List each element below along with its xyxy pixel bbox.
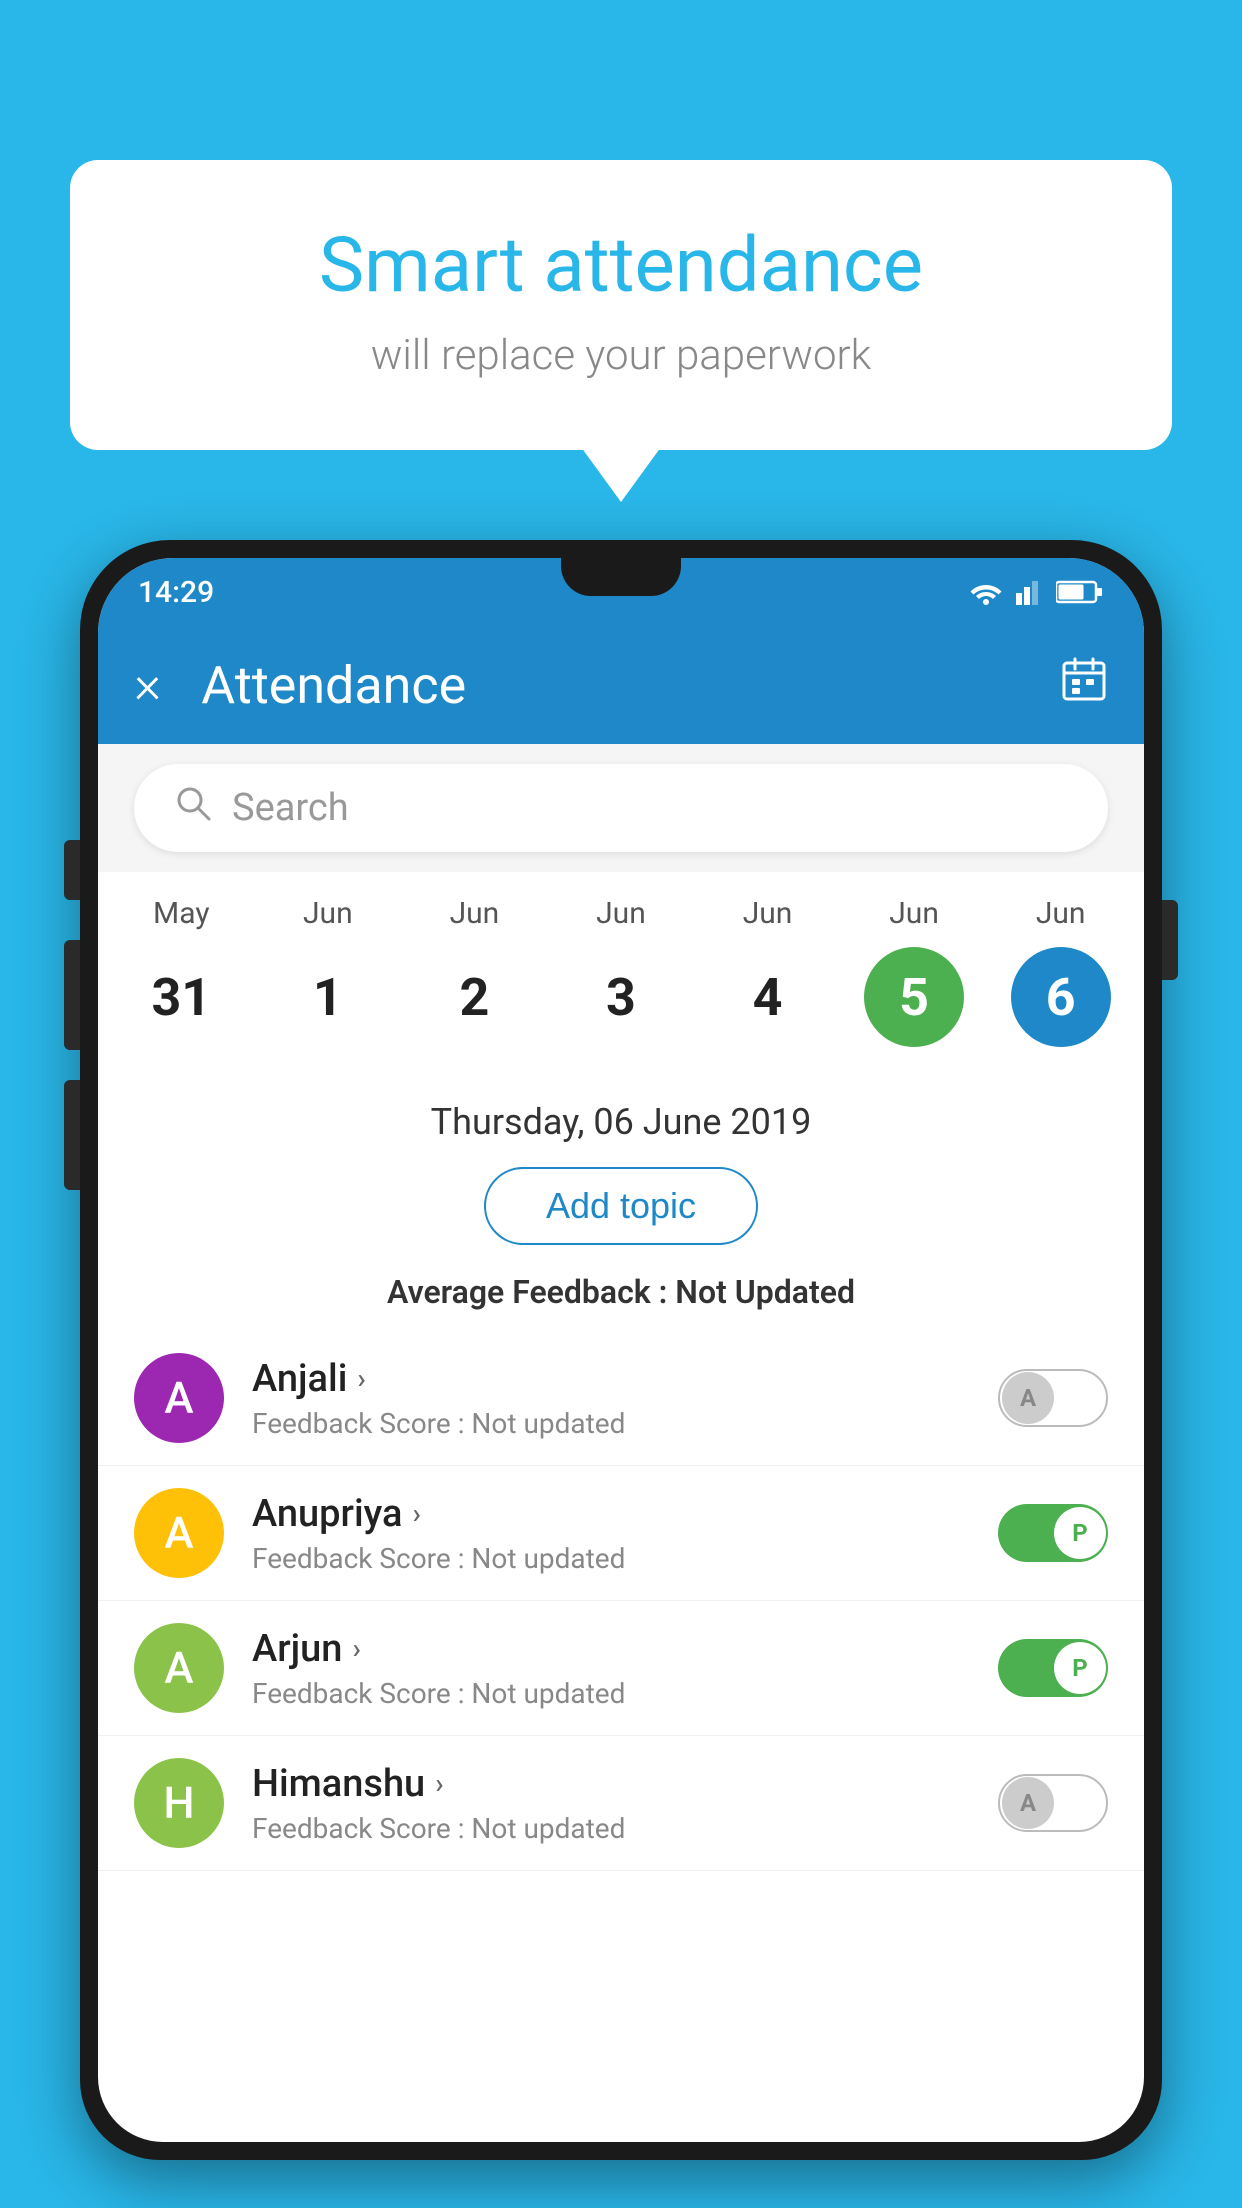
student-avatar: A <box>134 1623 224 1713</box>
cal-date-label: 1 <box>278 947 378 1047</box>
calendar-day[interactable]: Jun 4 <box>703 896 833 1047</box>
bubble-title: Smart attendance <box>150 220 1092 311</box>
calendar-day[interactable]: Jun 1 <box>263 896 393 1047</box>
close-button[interactable]: × <box>134 659 161 711</box>
chevron-icon: › <box>435 1767 443 1800</box>
attendance-toggle[interactable]: A <box>998 1774 1108 1832</box>
phone-frame: 14:29 <box>80 540 1162 2208</box>
attendance-toggle[interactable]: P <box>998 1504 1108 1562</box>
feedback-score: Feedback Score : Not updated <box>252 1677 970 1710</box>
avg-feedback: Average Feedback : Not Updated <box>134 1273 1108 1311</box>
wifi-icon <box>968 579 1004 605</box>
toggle-knob: A <box>1002 1372 1054 1424</box>
calendar-day[interactable]: Jun 5 <box>849 896 979 1047</box>
status-icons <box>968 579 1104 605</box>
cal-month-label: Jun <box>450 896 500 931</box>
student-avatar: A <box>134 1353 224 1443</box>
toggle-knob: P <box>1054 1642 1106 1694</box>
cal-date-label: 4 <box>718 947 818 1047</box>
chevron-icon: › <box>357 1362 365 1395</box>
chevron-icon: › <box>412 1497 420 1530</box>
cal-month-label: Jun <box>889 896 939 931</box>
calendar-strip: May 31 Jun 1 Jun 2 Jun 3 Jun 4 Jun 5 Jun 6 <box>98 872 1144 1071</box>
toggle-knob: P <box>1054 1507 1106 1559</box>
selected-date: Thursday, 06 June 2019 <box>134 1101 1108 1143</box>
content-area: Thursday, 06 June 2019 Add topic Average… <box>98 1071 1144 1311</box>
cal-month-label: Jun <box>596 896 646 931</box>
student-name: Arjun › <box>252 1627 970 1671</box>
search-bar[interactable]: Search <box>134 764 1108 852</box>
student-name: Anupriya › <box>252 1492 970 1536</box>
speech-bubble: Smart attendance will replace your paper… <box>70 160 1172 450</box>
feedback-score: Feedback Score : Not updated <box>252 1407 970 1440</box>
cal-date-label: 6 <box>1011 947 1111 1047</box>
mute-button <box>64 840 80 900</box>
search-placeholder: Search <box>232 786 349 830</box>
chevron-icon: › <box>352 1632 360 1665</box>
cal-date-label: 31 <box>131 947 231 1047</box>
student-item[interactable]: A Arjun › Feedback Score : Not updated P <box>98 1601 1144 1736</box>
signal-icon <box>1016 579 1044 605</box>
student-info: Arjun › Feedback Score : Not updated <box>252 1627 970 1710</box>
feedback-score: Feedback Score : Not updated <box>252 1812 970 1845</box>
student-avatar: H <box>134 1758 224 1848</box>
student-avatar: A <box>134 1488 224 1578</box>
volume-down-button <box>64 1080 80 1190</box>
search-container: Search <box>98 744 1144 872</box>
toggle-knob: A <box>1002 1777 1054 1829</box>
feedback-score: Feedback Score : Not updated <box>252 1542 970 1575</box>
calendar-day[interactable]: Jun 2 <box>409 896 539 1047</box>
status-time: 14:29 <box>138 575 214 610</box>
phone-notch <box>561 558 681 596</box>
attendance-toggle[interactable]: A <box>998 1369 1108 1427</box>
student-item[interactable]: A Anupriya › Feedback Score : Not updated P <box>98 1466 1144 1601</box>
calendar-icon[interactable] <box>1060 655 1108 715</box>
cal-month-label: May <box>153 896 209 931</box>
student-name: Himanshu › <box>252 1762 970 1806</box>
cal-month-label: Jun <box>303 896 353 931</box>
add-topic-button[interactable]: Add topic <box>484 1167 758 1245</box>
app-title: Attendance <box>201 655 1020 716</box>
calendar-day[interactable]: Jun 3 <box>556 896 686 1047</box>
bubble-subtitle: will replace your paperwork <box>150 331 1092 380</box>
student-item[interactable]: A Anjali › Feedback Score : Not updated A <box>98 1331 1144 1466</box>
cal-date-label: 5 <box>864 947 964 1047</box>
cal-date-label: 3 <box>571 947 671 1047</box>
volume-up-button <box>64 940 80 1050</box>
search-icon <box>174 784 212 832</box>
power-button <box>1162 900 1178 980</box>
calendar-day[interactable]: May 31 <box>116 896 246 1047</box>
attendance-toggle[interactable]: P <box>998 1639 1108 1697</box>
student-info: Anjali › Feedback Score : Not updated <box>252 1357 970 1440</box>
cal-date-label: 2 <box>424 947 524 1047</box>
calendar-day[interactable]: Jun 6 <box>996 896 1126 1047</box>
battery-icon <box>1056 580 1104 604</box>
student-item[interactable]: H Himanshu › Feedback Score : Not updated A <box>98 1736 1144 1871</box>
student-name: Anjali › <box>252 1357 970 1401</box>
student-list: AAnjali ›Feedback Score : Not updatedAAA… <box>98 1331 1144 1871</box>
app-bar: × Attendance <box>98 626 1144 744</box>
cal-month-label: Jun <box>743 896 793 931</box>
student-info: Anupriya › Feedback Score : Not updated <box>252 1492 970 1575</box>
cal-month-label: Jun <box>1036 896 1086 931</box>
student-info: Himanshu › Feedback Score : Not updated <box>252 1762 970 1845</box>
